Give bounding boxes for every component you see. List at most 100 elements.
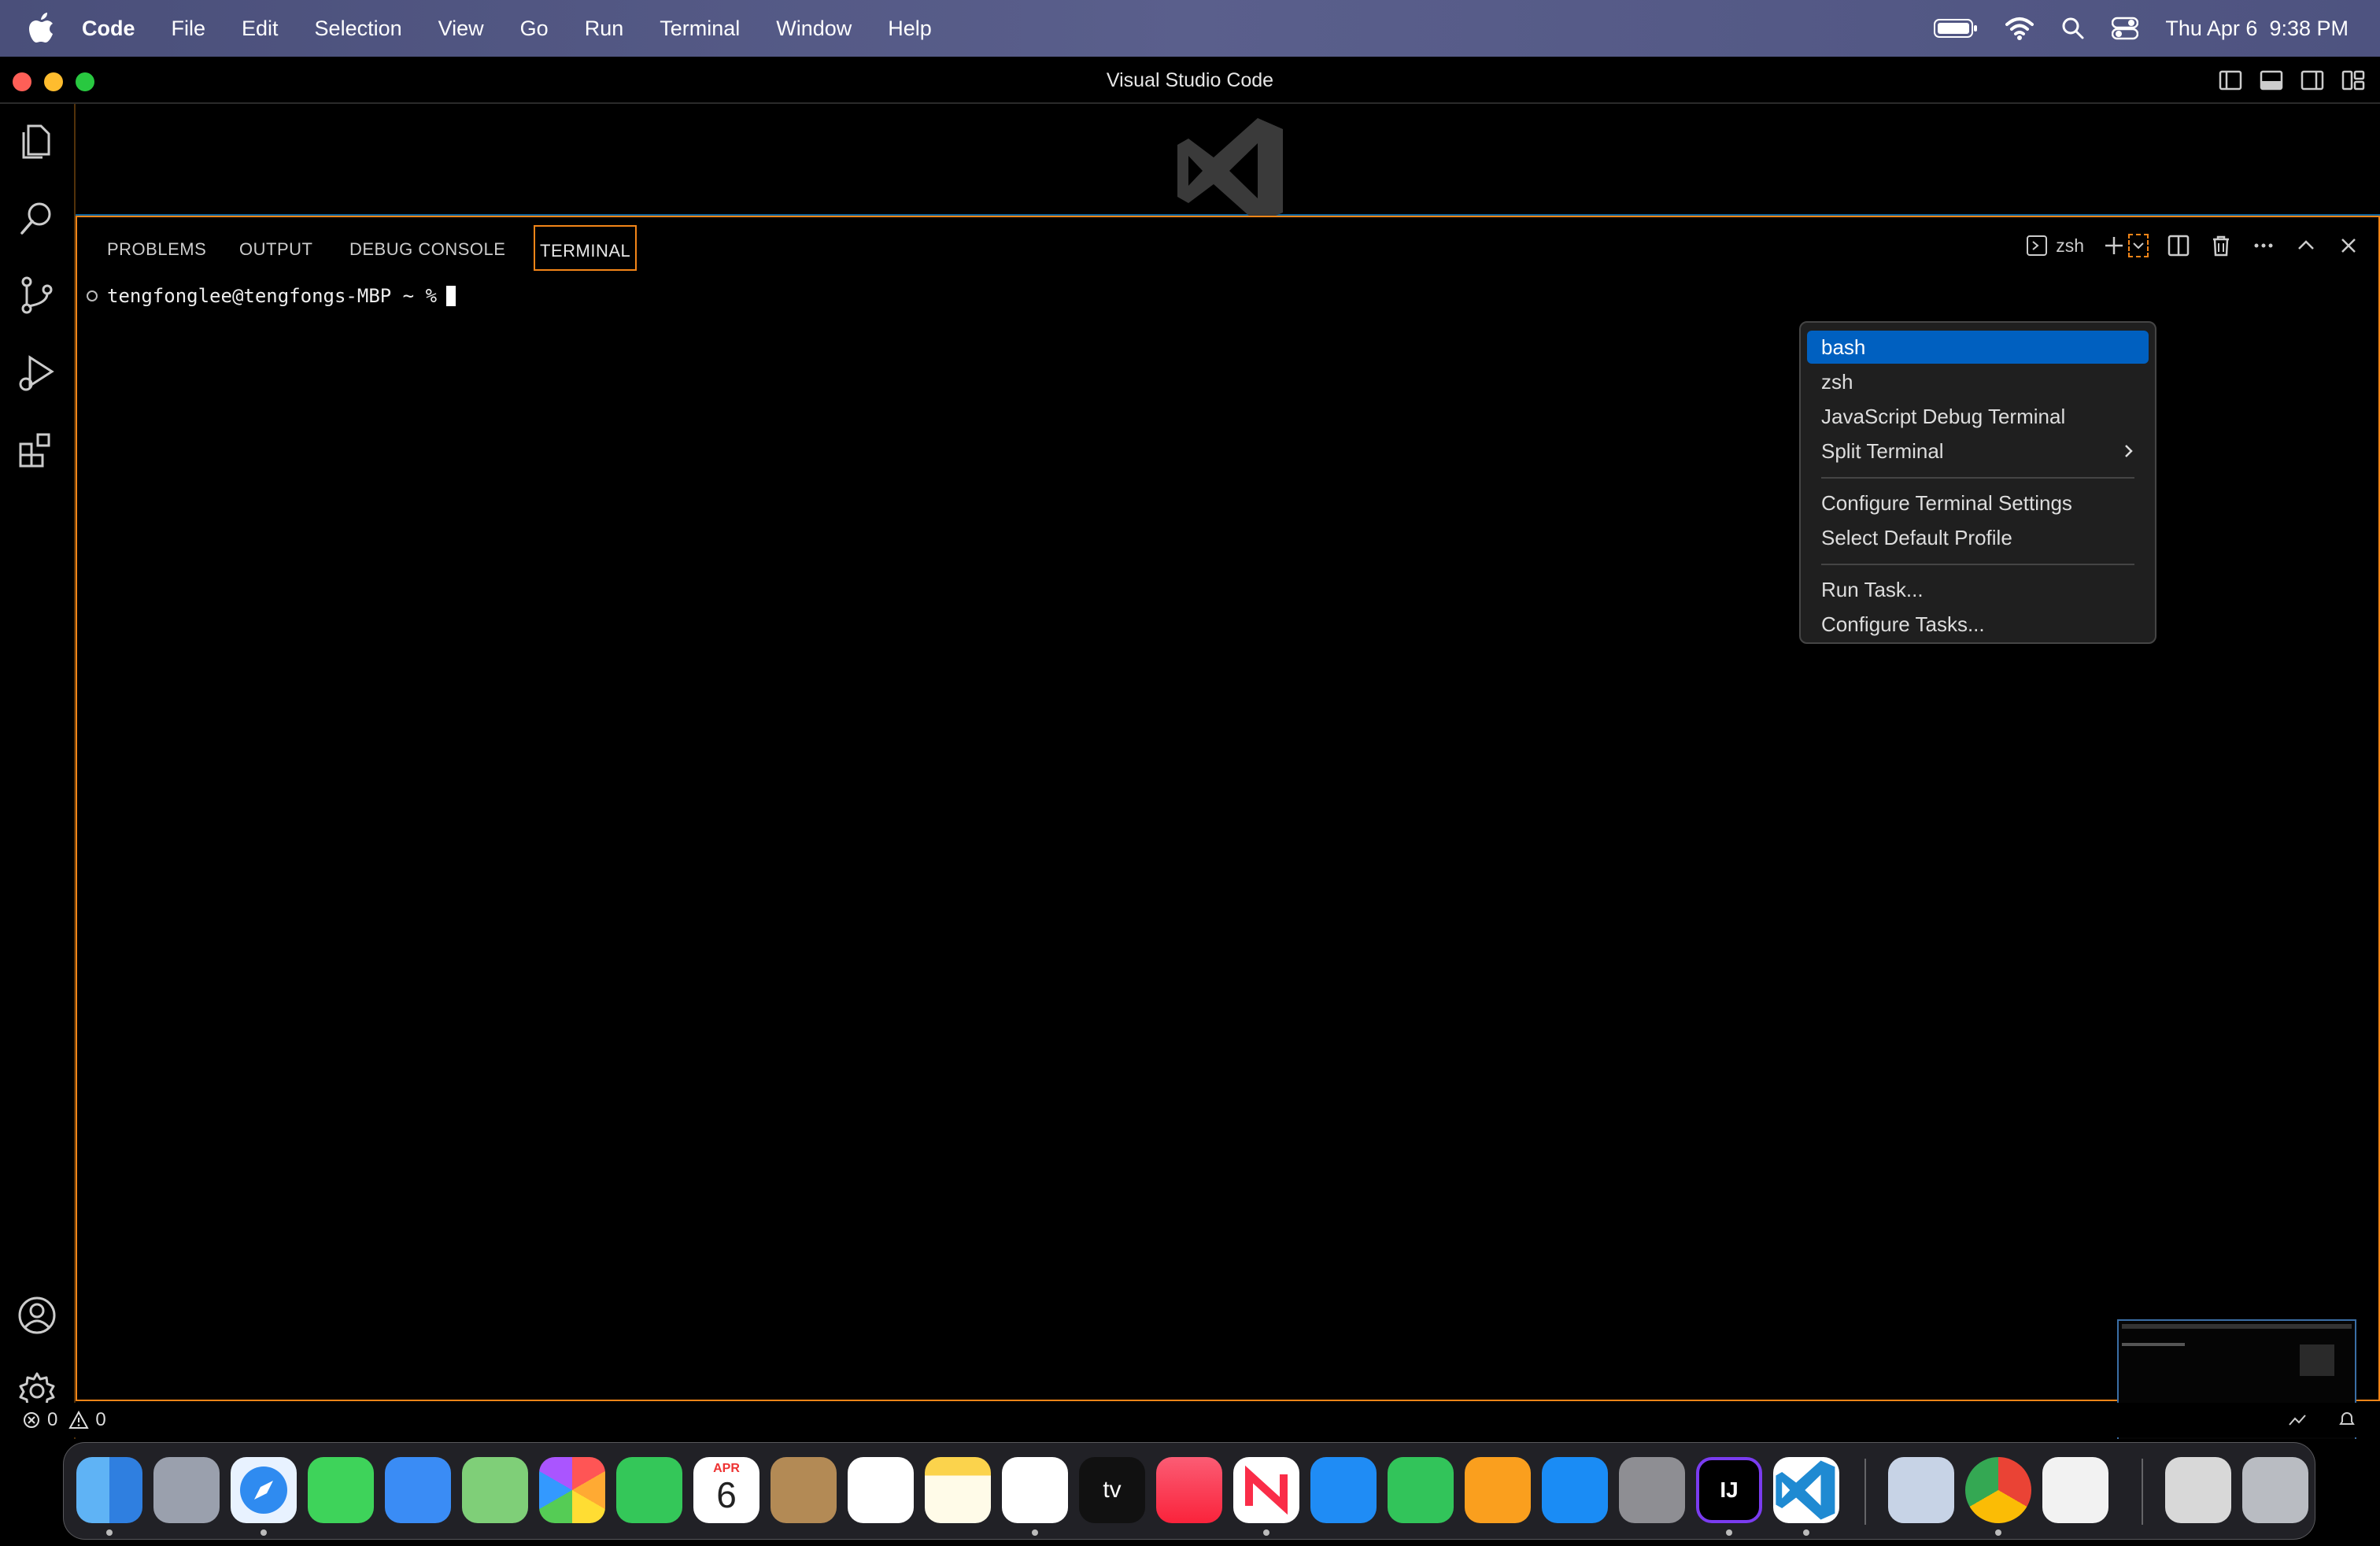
menu-view[interactable]: View [438, 17, 484, 41]
menu-terminal[interactable]: Terminal [660, 17, 740, 41]
menu-item-split-terminal[interactable]: Split Terminal [1807, 435, 2149, 468]
mail-app-icon[interactable] [385, 1457, 451, 1523]
accounts-icon[interactable] [16, 1294, 58, 1337]
tab-debug-console[interactable]: DEBUG CONSOLE [349, 239, 505, 260]
live-share-icon[interactable] [2287, 1411, 2308, 1429]
launchpad-app-icon[interactable] [153, 1457, 220, 1523]
status-bar: 0 0 [0, 1403, 2380, 1437]
toggle-primary-sidebar-icon[interactable] [2218, 68, 2243, 93]
app-store-app-icon[interactable] [1542, 1457, 1608, 1523]
terminal-prompt-text: tengfonglee@tengfongs-MBP ~ % [107, 285, 438, 307]
wifi-icon[interactable] [2005, 17, 2034, 40]
macos-dock: APR 6 tv IJ [63, 1442, 2315, 1540]
spotlight-search-icon[interactable] [2061, 17, 2085, 40]
close-panel-icon[interactable] [2336, 233, 2361, 258]
menu-window[interactable]: Window [776, 17, 852, 41]
editor-area[interactable] [76, 104, 2380, 224]
maps-app-icon[interactable] [462, 1457, 528, 1523]
activity-bar [0, 104, 76, 1439]
intellij-app-icon[interactable]: IJ [1696, 1457, 1762, 1523]
source-control-icon[interactable] [16, 274, 58, 316]
calendar-app-icon[interactable]: APR 6 [693, 1457, 759, 1523]
menu-item-configure-terminal-settings[interactable]: Configure Terminal Settings [1807, 486, 2149, 520]
warning-count: 0 [95, 1409, 106, 1430]
menu-run[interactable]: Run [585, 17, 624, 41]
notes-app-icon[interactable] [925, 1457, 991, 1523]
menubar-clock[interactable]: Thu Apr 6 9:38 PM [2165, 17, 2349, 41]
search-icon[interactable] [16, 197, 58, 239]
split-terminal-icon[interactable] [2166, 233, 2191, 258]
run-and-debug-icon[interactable] [16, 351, 58, 394]
news-app-icon[interactable] [1233, 1457, 1299, 1523]
thumbnail-tab-row [2122, 1343, 2185, 1346]
menu-item-select-default-profile[interactable]: Select Default Profile [1807, 521, 2149, 554]
thumbnail-menu [2300, 1344, 2334, 1376]
terminal-profile-selector[interactable]: zsh [2026, 235, 2084, 257]
chevron-down-icon [2133, 242, 2144, 250]
keynote-app-icon[interactable] [1310, 1457, 1377, 1523]
menu-item-bash[interactable]: bash [1807, 331, 2149, 364]
messages-app-icon[interactable] [308, 1457, 374, 1523]
running-indicator [1995, 1529, 2001, 1536]
finder-app-icon[interactable] [76, 1457, 142, 1523]
battery-icon[interactable] [1934, 18, 1978, 39]
running-indicator [1032, 1529, 1038, 1536]
apple-logo-icon[interactable] [28, 13, 55, 44]
toggle-secondary-sidebar-icon[interactable] [2300, 68, 2325, 93]
menu-item-label: JavaScript Debug Terminal [1821, 405, 2066, 428]
menu-item-run-task[interactable]: Run Task... [1807, 573, 2149, 606]
menu-help[interactable]: Help [888, 17, 932, 41]
warning-icon [68, 1411, 90, 1429]
menu-selection[interactable]: Selection [315, 17, 402, 41]
menu-app-code[interactable]: Code [82, 17, 135, 41]
freeform-app-icon[interactable] [1002, 1457, 1068, 1523]
facetime-app-icon[interactable] [616, 1457, 682, 1523]
vscode-app-icon[interactable] [1773, 1457, 1839, 1523]
tab-terminal[interactable]: TERMINAL [534, 225, 638, 271]
command-decoration-icon[interactable] [87, 290, 98, 301]
apple-tv-app-icon[interactable]: tv [1079, 1457, 1145, 1523]
menu-separator [1821, 477, 2134, 479]
safari-app-icon[interactable] [231, 1457, 297, 1523]
vscode-logo-icon [1776, 1460, 1835, 1520]
reminders-app-icon[interactable] [848, 1457, 914, 1523]
menu-item-zsh[interactable]: zsh [1807, 365, 2149, 398]
contacts-app-icon[interactable] [771, 1457, 837, 1523]
menu-item-configure-tasks[interactable]: Configure Tasks... [1807, 608, 2149, 641]
trash-icon[interactable] [2242, 1457, 2308, 1523]
launch-profile-dropdown-button[interactable] [2128, 234, 2149, 257]
kill-terminal-trash-icon[interactable] [2208, 233, 2234, 258]
explorer-icon[interactable] [16, 120, 58, 162]
chrome-app-icon[interactable] [1965, 1457, 2031, 1523]
extensions-icon[interactable] [16, 428, 58, 471]
documents-stack-icon[interactable] [2165, 1457, 2231, 1523]
terminal-cursor [446, 286, 456, 306]
menu-edit[interactable]: Edit [242, 17, 279, 41]
terminal-profile-name: zsh [2056, 235, 2084, 256]
system-settings-app-icon[interactable] [1619, 1457, 1685, 1523]
problems-status[interactable]: 0 0 [22, 1409, 106, 1431]
preview-app-icon[interactable] [1888, 1457, 1954, 1523]
customize-layout-icon[interactable] [2341, 68, 2366, 93]
menu-item-label: Split Terminal [1821, 439, 1944, 463]
tab-output[interactable]: OUTPUT [239, 239, 312, 260]
menu-file[interactable]: File [172, 17, 206, 41]
toggle-panel-icon[interactable] [2259, 68, 2284, 93]
error-count: 0 [47, 1409, 58, 1430]
pages-app-icon[interactable] [1465, 1457, 1531, 1523]
control-center-icon[interactable] [2112, 17, 2139, 40]
panel-actions: zsh [2026, 230, 2361, 261]
textedit-app-icon[interactable] [2042, 1457, 2108, 1523]
maximize-panel-chevron-up-icon[interactable] [2293, 233, 2319, 258]
numbers-app-icon[interactable] [1388, 1457, 1454, 1523]
notifications-bell-icon[interactable] [2336, 1411, 2358, 1429]
music-app-icon[interactable] [1156, 1457, 1222, 1523]
menu-item-javascript-debug-terminal[interactable]: JavaScript Debug Terminal [1807, 400, 2149, 433]
dock-separator [2142, 1459, 2143, 1525]
tab-problems[interactable]: PROBLEMS [107, 239, 206, 260]
photos-app-icon[interactable] [539, 1457, 605, 1523]
menu-go[interactable]: Go [520, 17, 549, 41]
thumbnail-titlebar [2122, 1324, 2352, 1329]
new-terminal-plus-icon[interactable] [2101, 233, 2127, 258]
more-actions-ellipsis-icon[interactable] [2251, 233, 2276, 258]
